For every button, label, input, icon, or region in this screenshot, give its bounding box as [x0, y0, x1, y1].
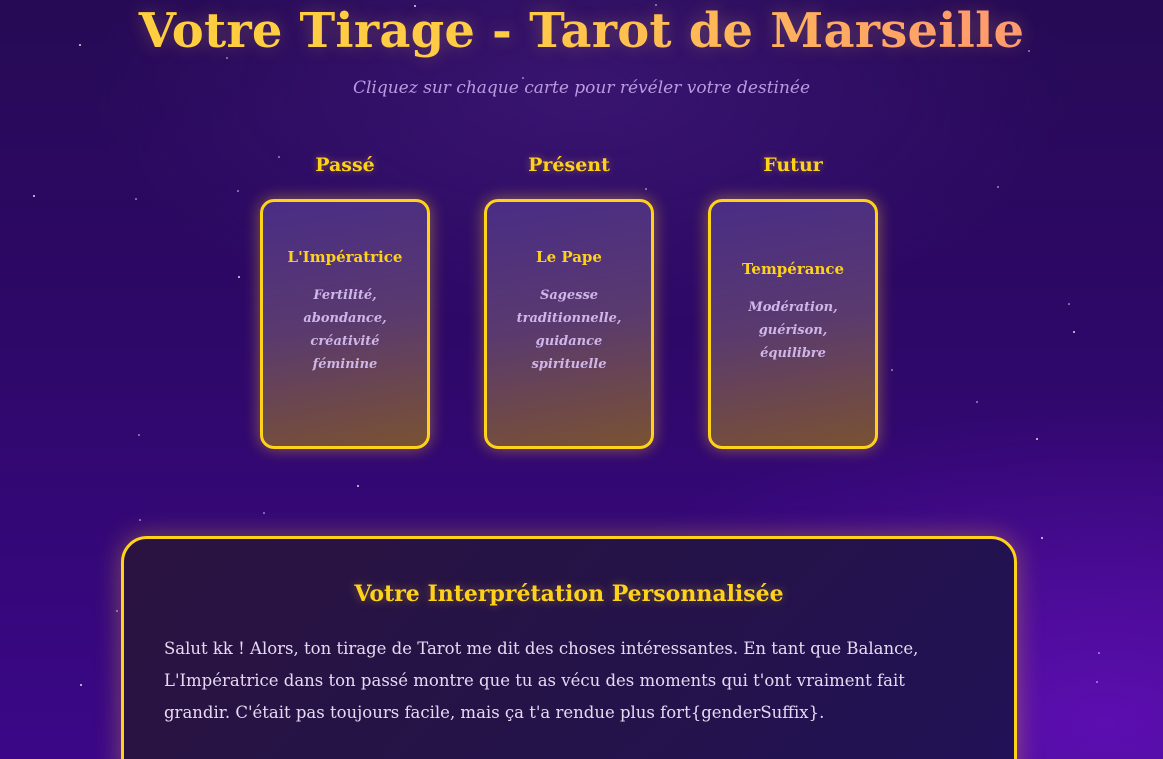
tarot-card-futur[interactable]: Tempérance Modération, guérison, équilib… — [708, 199, 878, 449]
position-label: Présent — [528, 154, 610, 176]
position-label: Passé — [315, 154, 375, 176]
star — [238, 276, 240, 278]
star — [33, 195, 35, 197]
card-name: L'Impératrice — [287, 248, 403, 266]
tarot-card-passe[interactable]: L'Impératrice Fertilité, abondance, créa… — [260, 199, 430, 449]
tarot-spread: Passé L'Impératrice Fertilité, abondance… — [257, 152, 881, 449]
star — [976, 401, 978, 403]
star — [1036, 438, 1038, 440]
slot-futur: Futur Tempérance Modération, guérison, é… — [705, 152, 881, 449]
page-title: Votre Tirage - Tarot de Marseille — [0, 2, 1163, 60]
star — [1096, 681, 1098, 683]
interpretation-panel: Votre Interprétation Personnalisée Salut… — [121, 536, 1017, 759]
slot-passe: Passé L'Impératrice Fertilité, abondance… — [257, 152, 433, 449]
star — [1041, 537, 1043, 539]
star — [891, 369, 893, 371]
star — [263, 512, 265, 514]
star — [237, 190, 239, 192]
star — [139, 519, 141, 521]
card-meaning: Modération, guérison, équilibre — [748, 299, 838, 361]
star — [1073, 331, 1075, 333]
star — [138, 434, 140, 436]
position-label: Futur — [763, 154, 823, 176]
card-name: Tempérance — [741, 259, 845, 278]
page-subtitle: Cliquez sur chaque carte pour révéler vo… — [352, 78, 811, 98]
interpretation-title: Votre Interprétation Personnalisée — [354, 581, 784, 607]
card-meaning: Fertilité, abondance, créativité féminin… — [303, 288, 387, 372]
star — [1068, 303, 1070, 305]
star — [997, 186, 999, 188]
star — [135, 198, 137, 200]
interpretation-text: Salut kk ! Alors, ton tirage de Tarot me… — [164, 639, 919, 722]
star — [80, 684, 82, 686]
tarot-card-present[interactable]: Le Pape Sagesse traditionnelle, guidance… — [484, 199, 654, 449]
card-name: Le Pape — [536, 248, 602, 266]
star — [1098, 652, 1100, 654]
slot-present: Présent Le Pape Sagesse traditionnelle, … — [481, 152, 657, 449]
star — [357, 485, 359, 487]
star — [116, 610, 118, 612]
card-meaning: Sagesse traditionnelle, guidance spiritu… — [516, 288, 622, 372]
